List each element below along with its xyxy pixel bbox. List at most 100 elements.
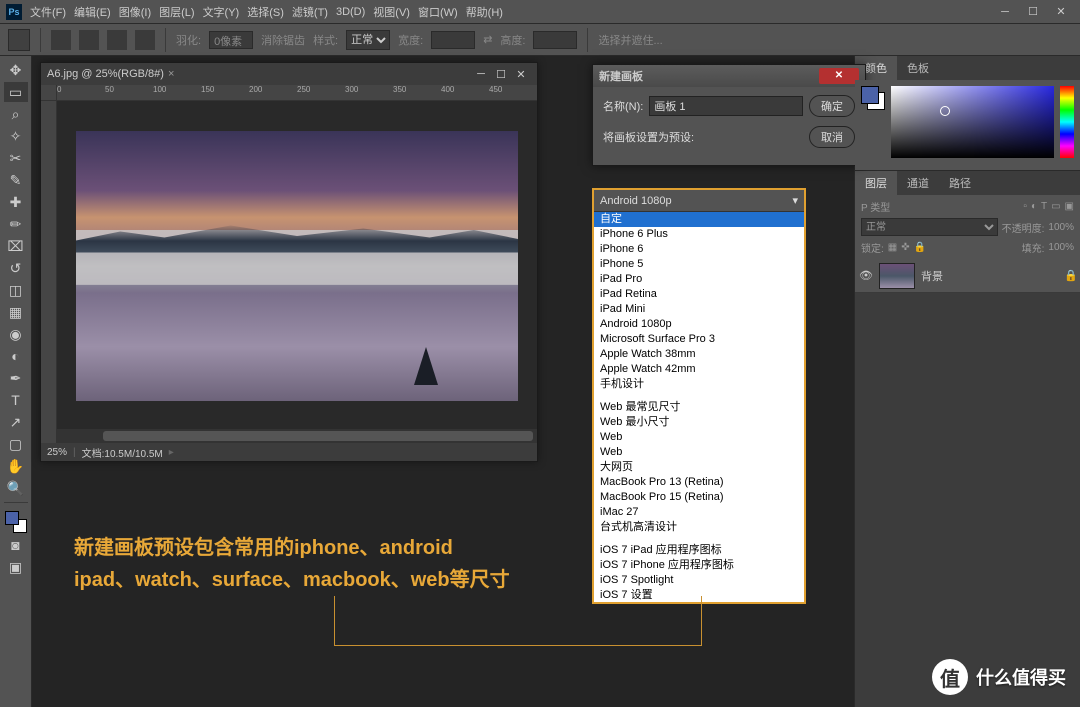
style-select[interactable]: 正常 (346, 30, 390, 50)
fill-value[interactable]: 100% (1048, 242, 1074, 253)
menu-view[interactable]: 视图(V) (373, 4, 410, 20)
cancel-button[interactable]: 取消 (809, 126, 855, 148)
color-swatches[interactable] (5, 511, 27, 533)
preset-option[interactable]: 大网页 (594, 460, 804, 475)
blur-tool-icon[interactable]: ◉ (4, 324, 28, 344)
tab-layers[interactable]: 图层 (855, 171, 897, 195)
preset-option[interactable]: iPhone 6 Plus (594, 227, 804, 242)
color-field[interactable] (891, 86, 1054, 158)
menu-filter[interactable]: 滤镜(T) (292, 4, 328, 20)
zoom-tool-icon[interactable]: 🔍 (4, 478, 28, 498)
refine-edge-button[interactable]: 选择并遮住... (598, 32, 662, 48)
path-tool-icon[interactable]: ↗ (4, 412, 28, 432)
menu-file[interactable]: 文件(F) (30, 4, 66, 20)
pen-tool-icon[interactable]: ✒ (4, 368, 28, 388)
zoom-level[interactable]: 25% (47, 447, 67, 458)
hue-slider[interactable] (1060, 86, 1074, 158)
eyedropper-tool-icon[interactable]: ✎ (4, 170, 28, 190)
filter-adjust-icon[interactable]: ◐ (1031, 201, 1037, 212)
preset-option[interactable]: 自定 (594, 212, 804, 227)
preset-option[interactable]: Apple Watch 42mm (594, 362, 804, 377)
eraser-tool-icon[interactable]: ◫ (4, 280, 28, 300)
preset-option[interactable]: MacBook Pro 15 (Retina) (594, 490, 804, 505)
preset-option[interactable]: iPad Mini (594, 302, 804, 317)
type-tool-icon[interactable]: T (4, 390, 28, 410)
preset-option[interactable]: iMac 27 (594, 505, 804, 520)
selection-mode-subtract-icon[interactable] (107, 30, 127, 50)
ruler-horizontal[interactable]: 050100150200250300350400450 (41, 85, 537, 101)
preset-option[interactable]: iPhone 6 (594, 242, 804, 257)
layer-name[interactable]: 背景 (921, 268, 1058, 284)
preset-dropdown[interactable]: Android 1080p▾ 自定iPhone 6 PlusiPhone 6iP… (592, 188, 806, 604)
preset-option[interactable]: iOS 7 iPad 应用程序图标 (594, 543, 804, 558)
tab-close-icon[interactable]: × (168, 68, 174, 80)
menu-3d[interactable]: 3D(D) (336, 6, 365, 18)
dodge-tool-icon[interactable]: ◐ (4, 346, 28, 366)
crop-tool-icon[interactable]: ✂ (4, 148, 28, 168)
preset-option[interactable]: Web (594, 445, 804, 460)
tab-channels[interactable]: 通道 (897, 171, 939, 195)
menu-help[interactable]: 帮助(H) (466, 4, 503, 20)
blend-mode-select[interactable]: 正常 (861, 218, 998, 236)
marquee-tool-icon[interactable]: ▭ (4, 82, 28, 102)
tab-swatches[interactable]: 色板 (897, 56, 939, 80)
magic-wand-tool-icon[interactable]: ✧ (4, 126, 28, 146)
healing-tool-icon[interactable]: ✚ (4, 192, 28, 212)
preset-option[interactable]: Web 最小尺寸 (594, 415, 804, 430)
menu-window[interactable]: 窗口(W) (418, 4, 458, 20)
ruler-vertical[interactable] (41, 101, 57, 443)
filter-type-icon[interactable]: T (1041, 201, 1047, 212)
filter-image-icon[interactable]: ▫ (1023, 201, 1027, 212)
preset-option[interactable]: MacBook Pro 13 (Retina) (594, 475, 804, 490)
hand-tool-icon[interactable]: ✋ (4, 456, 28, 476)
artboard-name-input[interactable] (649, 96, 803, 116)
preset-option[interactable]: Android 1080p (594, 317, 804, 332)
preset-option[interactable]: Web (594, 430, 804, 445)
feather-field[interactable]: 0像素 (209, 31, 253, 49)
move-tool-icon[interactable]: ✥ (4, 60, 28, 80)
preset-option[interactable]: 手机设计 (594, 377, 804, 392)
shape-tool-icon[interactable]: ▢ (4, 434, 28, 454)
preset-option[interactable]: Apple Watch 38mm (594, 347, 804, 362)
window-maximize-button[interactable]: ☐ (1020, 4, 1046, 20)
canvas-viewport[interactable] (57, 101, 537, 443)
ok-button[interactable]: 确定 (809, 95, 855, 117)
menu-type[interactable]: 文字(Y) (203, 4, 240, 20)
opacity-value[interactable]: 100% (1048, 222, 1074, 233)
menu-select[interactable]: 选择(S) (247, 4, 284, 20)
menu-layer[interactable]: 图层(L) (159, 4, 194, 20)
menu-image[interactable]: 图像(I) (119, 4, 151, 20)
selection-mode-new-icon[interactable] (51, 30, 71, 50)
document-titlebar[interactable]: A6.jpg @ 25%(RGB/8#) × ─ ☐ ✕ (41, 63, 537, 85)
selection-mode-intersect-icon[interactable] (135, 30, 155, 50)
scrollbar-horizontal[interactable] (57, 429, 537, 443)
filter-smart-icon[interactable]: ▣ (1065, 201, 1074, 212)
doc-maximize-icon[interactable]: ☐ (491, 68, 511, 81)
preset-option[interactable]: iPad Retina (594, 287, 804, 302)
current-tool-indicator[interactable] (8, 29, 30, 51)
preset-option[interactable]: iOS 7 iPhone 应用程序图标 (594, 558, 804, 573)
lasso-tool-icon[interactable]: ⌕ (4, 104, 28, 124)
preset-selected[interactable]: Android 1080p▾ (594, 190, 804, 212)
preset-option[interactable]: 台式机高清设计 (594, 520, 804, 535)
screenmode-icon[interactable]: ▣ (4, 557, 28, 577)
layer-row[interactable]: 👁 背景 🔒 (855, 259, 1080, 293)
height-field[interactable] (533, 31, 577, 49)
history-brush-tool-icon[interactable]: ↺ (4, 258, 28, 278)
tab-paths[interactable]: 路径 (939, 171, 981, 195)
lock-position-icon[interactable]: ✜ (901, 242, 909, 253)
layer-thumbnail[interactable] (879, 263, 915, 289)
visibility-icon[interactable]: 👁 (859, 269, 873, 282)
preset-option[interactable]: iPhone 5 (594, 257, 804, 272)
quickmask-icon[interactable]: ◙ (4, 535, 28, 555)
menu-edit[interactable]: 编辑(E) (74, 4, 111, 20)
brush-tool-icon[interactable]: ✏ (4, 214, 28, 234)
lock-pixels-icon[interactable]: ▦ (888, 242, 897, 253)
stamp-tool-icon[interactable]: ⌧ (4, 236, 28, 256)
filter-shape-icon[interactable]: ▭ (1051, 201, 1060, 212)
dialog-titlebar[interactable]: 新建画板 ✕ (593, 65, 865, 87)
window-close-button[interactable]: ✕ (1048, 4, 1074, 20)
swap-icon[interactable]: ⇄ (483, 33, 492, 46)
panel-color-swatches[interactable] (861, 86, 885, 110)
lock-all-icon[interactable]: 🔒 (914, 242, 926, 253)
